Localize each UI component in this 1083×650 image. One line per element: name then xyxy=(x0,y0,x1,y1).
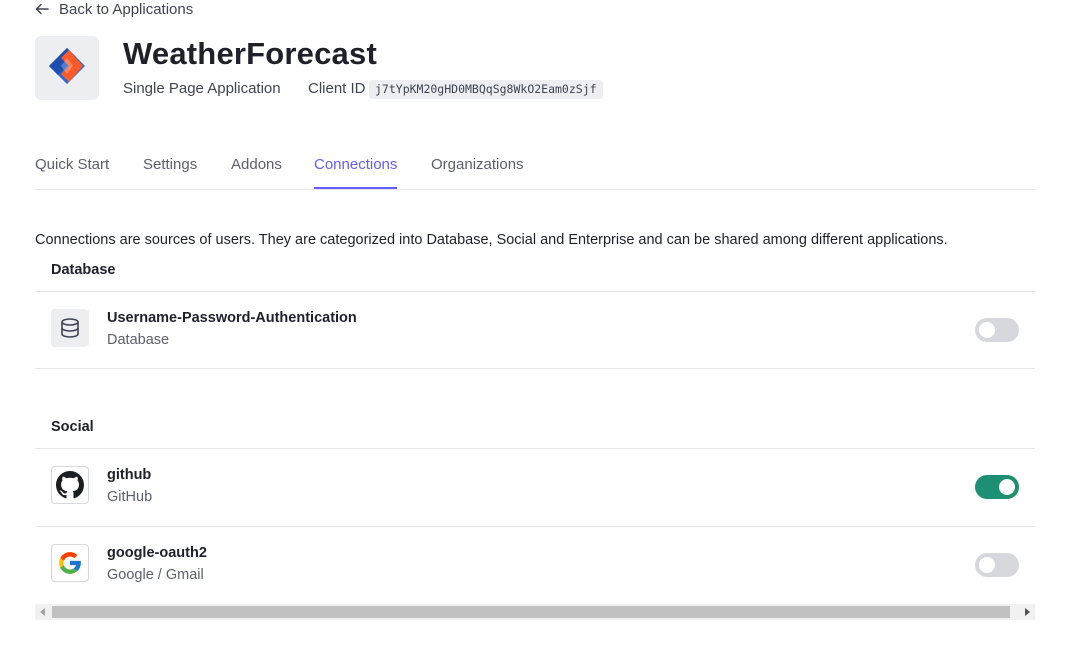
connections-page: Back to Applications WeatherForecast Sin… xyxy=(0,0,1083,650)
connection-type: GitHub xyxy=(107,489,153,505)
connection-name: google-oauth2 xyxy=(107,545,207,561)
client-id-label: Client ID xyxy=(308,80,366,97)
connection-name: github xyxy=(107,467,152,483)
toggle-username-password-authentication[interactable] xyxy=(975,318,1019,342)
toggle-github[interactable] xyxy=(975,475,1019,499)
divider xyxy=(35,368,1035,369)
app-diamond-logo-icon xyxy=(47,46,87,91)
tab-addons[interactable]: Addons xyxy=(231,156,282,188)
scroll-right-arrow-icon[interactable] xyxy=(1019,604,1035,620)
tab-quick-start[interactable]: Quick Start xyxy=(35,156,109,188)
connection-type: Google / Gmail xyxy=(107,567,204,583)
connection-type: Database xyxy=(107,332,170,348)
database-icon xyxy=(51,309,89,347)
app-logo xyxy=(35,36,99,100)
app-type: Single Page Application xyxy=(123,80,281,97)
toggle-google-oauth2[interactable] xyxy=(975,553,1019,577)
scrollbar-thumb[interactable] xyxy=(52,606,1010,618)
database-section-title: Database xyxy=(51,262,116,278)
horizontal-scrollbar[interactable] xyxy=(35,604,1035,620)
tab-connections[interactable]: Connections xyxy=(314,156,398,189)
scroll-left-arrow-icon[interactable] xyxy=(35,604,51,620)
google-icon xyxy=(51,544,89,582)
back-link-label: Back to Applications xyxy=(59,0,194,18)
back-to-applications-link[interactable]: Back to Applications xyxy=(35,0,193,18)
connections-description: Connections are sources of users. They a… xyxy=(35,232,948,248)
connection-name: Username-Password-Authentication xyxy=(107,310,357,326)
toggle-knob xyxy=(979,557,995,573)
divider xyxy=(35,448,1035,449)
client-id-value[interactable]: j7tYpKM20gHD0MBQqSg8WkO2Eam0zSjf xyxy=(369,80,603,99)
social-section-title: Social xyxy=(51,419,94,435)
tab-bar: Quick Start Settings Addons Connections … xyxy=(35,148,1035,190)
divider xyxy=(35,291,1035,292)
app-title: WeatherForecast xyxy=(123,36,377,71)
toggle-knob xyxy=(979,322,995,338)
divider xyxy=(35,526,1035,527)
arrow-left-icon xyxy=(35,3,49,15)
github-icon xyxy=(51,466,89,504)
tab-organizations[interactable]: Organizations xyxy=(431,156,524,188)
toggle-knob xyxy=(999,479,1015,495)
tab-settings[interactable]: Settings xyxy=(143,156,197,188)
